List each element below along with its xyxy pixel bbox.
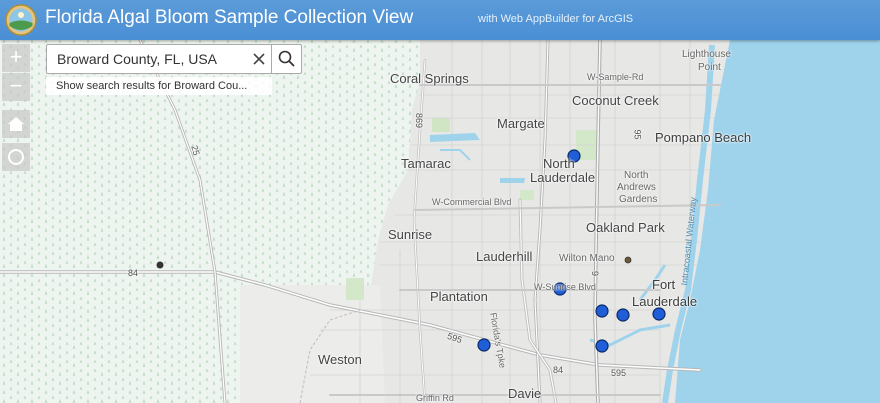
park	[520, 190, 534, 200]
place-label: Gardens	[619, 194, 658, 205]
place-label: Pompano Beach	[655, 130, 752, 145]
lake	[500, 178, 525, 183]
poi-marker[interactable]	[624, 256, 632, 264]
place-label: Wilton Mano	[559, 253, 615, 264]
road-label: W-Sample-Rd	[587, 72, 644, 82]
place-label: Point	[698, 62, 721, 73]
place-label: Fort	[652, 277, 676, 292]
highway-label: 84	[553, 365, 564, 375]
sample-point[interactable]	[652, 307, 666, 321]
road-label: W-Sunrise Blvd	[534, 282, 596, 292]
sample-point[interactable]	[595, 339, 609, 353]
urban-west	[240, 285, 385, 403]
search-widget	[46, 44, 302, 74]
park	[432, 118, 450, 132]
search-icon	[278, 50, 295, 67]
place-label: Lauderhill	[476, 249, 533, 264]
road-label: W-Commercial Blvd	[432, 197, 512, 207]
place-label: Lighthouse	[682, 49, 731, 60]
place-label: Lauderdale	[632, 294, 698, 309]
place-label: Sunrise	[388, 227, 433, 242]
place-label: Plantation	[430, 289, 488, 304]
place-label: Tamarac	[401, 156, 451, 171]
home-button[interactable]	[2, 110, 30, 138]
poi-marker[interactable]	[156, 261, 164, 269]
zoom-out-button[interactable]: −	[2, 73, 30, 101]
road-label: Griffin Rd	[416, 393, 454, 403]
place-label: North	[543, 156, 575, 171]
zoom-in-button[interactable]: +	[2, 44, 30, 72]
highway-label: 869	[414, 112, 425, 129]
app-title: Florida Algal Bloom Sample Collection Vi…	[45, 7, 414, 28]
sample-point[interactable]	[477, 338, 491, 352]
place-label: Oakland Park	[586, 220, 665, 235]
place-label: Margate	[497, 116, 545, 131]
locate-button[interactable]	[2, 143, 30, 171]
search-suggestion[interactable]: Show search results for Broward Cou...	[46, 77, 272, 95]
place-label: Lauderdale	[530, 170, 596, 185]
sample-point[interactable]	[595, 304, 609, 318]
place-label: Davie	[508, 386, 542, 401]
highway-label: 9	[590, 270, 601, 277]
park	[346, 278, 364, 300]
place-label: Coral Springs	[390, 71, 469, 86]
place-label: Coconut Creek	[572, 93, 659, 108]
search-button[interactable]	[271, 45, 302, 73]
highway-label: 595	[611, 368, 627, 378]
close-icon	[253, 53, 265, 65]
florida-logo-icon	[5, 4, 37, 36]
place-label: North	[624, 170, 649, 181]
highway-label: 84	[128, 268, 139, 278]
sample-point[interactable]	[616, 308, 630, 322]
place-label: Weston	[318, 352, 362, 367]
app-subtitle: with Web AppBuilder for ArcGIS	[478, 13, 634, 25]
highway-label: 95	[632, 129, 643, 140]
clear-search-button[interactable]	[247, 45, 271, 73]
app-header: Florida Algal Bloom Sample Collection Vi…	[0, 0, 880, 40]
place-label: Andrews	[617, 182, 656, 193]
search-input[interactable]	[57, 45, 245, 73]
locate-icon	[8, 149, 24, 165]
home-icon	[8, 117, 24, 131]
